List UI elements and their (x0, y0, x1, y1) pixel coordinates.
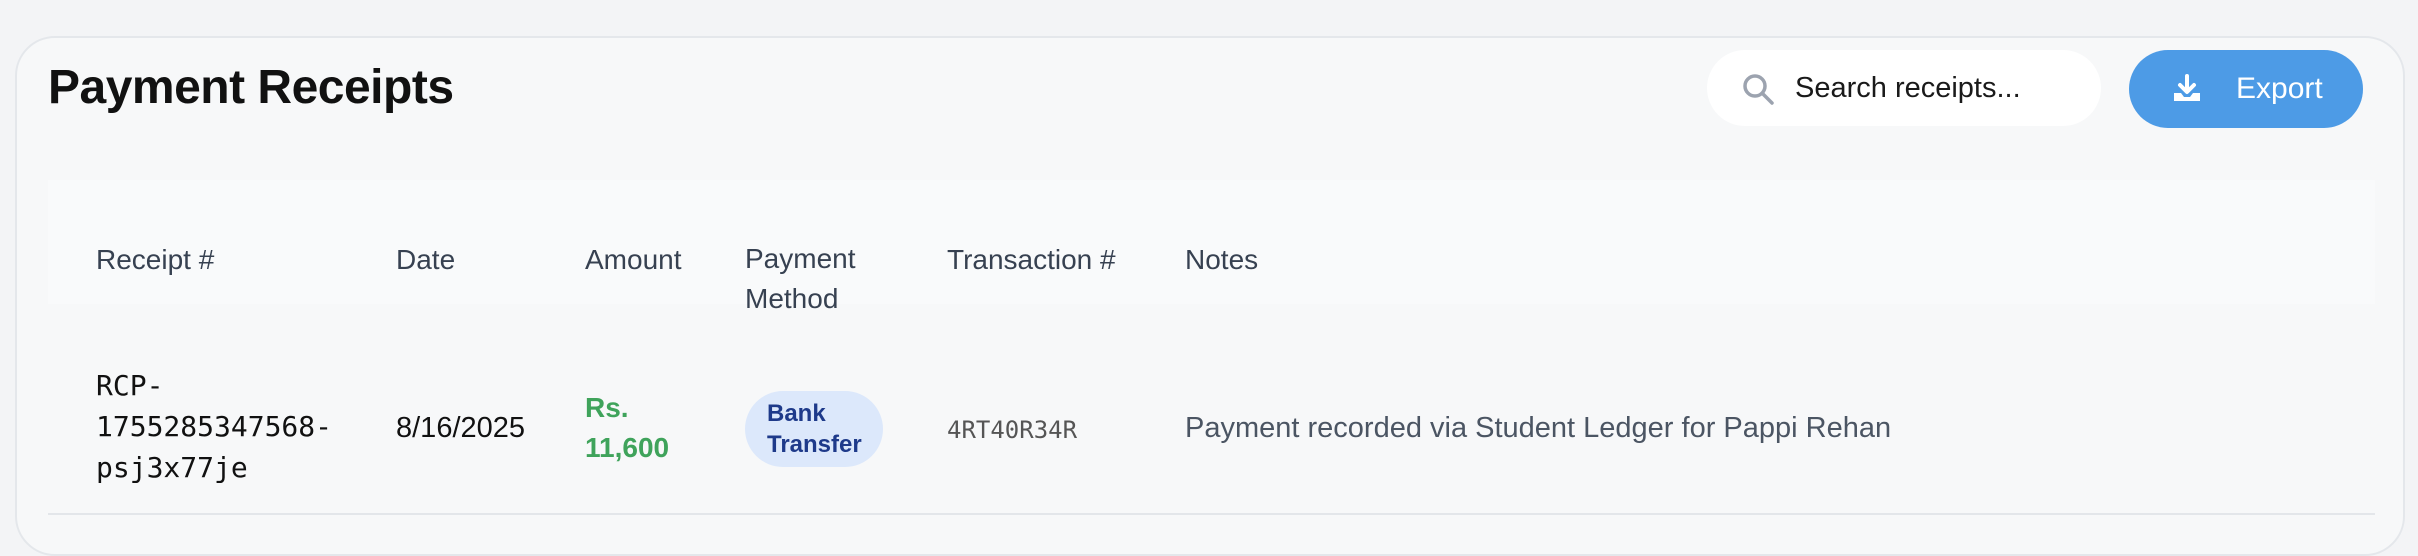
receipt-number: RCP- 1755285347568- psj3x77je (96, 369, 333, 484)
search-input[interactable]: Search receipts... (1795, 50, 2021, 126)
receipt-date: 8/16/2025 (396, 412, 526, 444)
column-header-payment-method: Payment Method (745, 243, 856, 314)
receipt-amount: Rs. 11,600 (585, 392, 670, 463)
export-button[interactable]: Export (2129, 50, 2363, 128)
search-box[interactable]: Search receipts... (1707, 50, 2101, 126)
column-header-date: Date (396, 244, 456, 275)
column-header-amount: Amount (585, 244, 682, 275)
row-divider (48, 513, 2375, 515)
column-header-transaction: Transaction # (947, 244, 1116, 275)
column-header-notes: Notes (1185, 244, 1259, 275)
page-title: Payment Receipts (48, 61, 454, 114)
receipt-notes: Payment recorded via Student Ledger for … (1185, 412, 1892, 444)
payment-method-badge: Bank Transfer (745, 391, 883, 467)
download-icon (2174, 74, 2200, 101)
transaction-number: 4RT40R34R (947, 416, 1078, 444)
column-header-receipt: Receipt # (96, 244, 215, 275)
export-label: Export (2236, 72, 2323, 105)
search-icon (1743, 74, 1774, 105)
